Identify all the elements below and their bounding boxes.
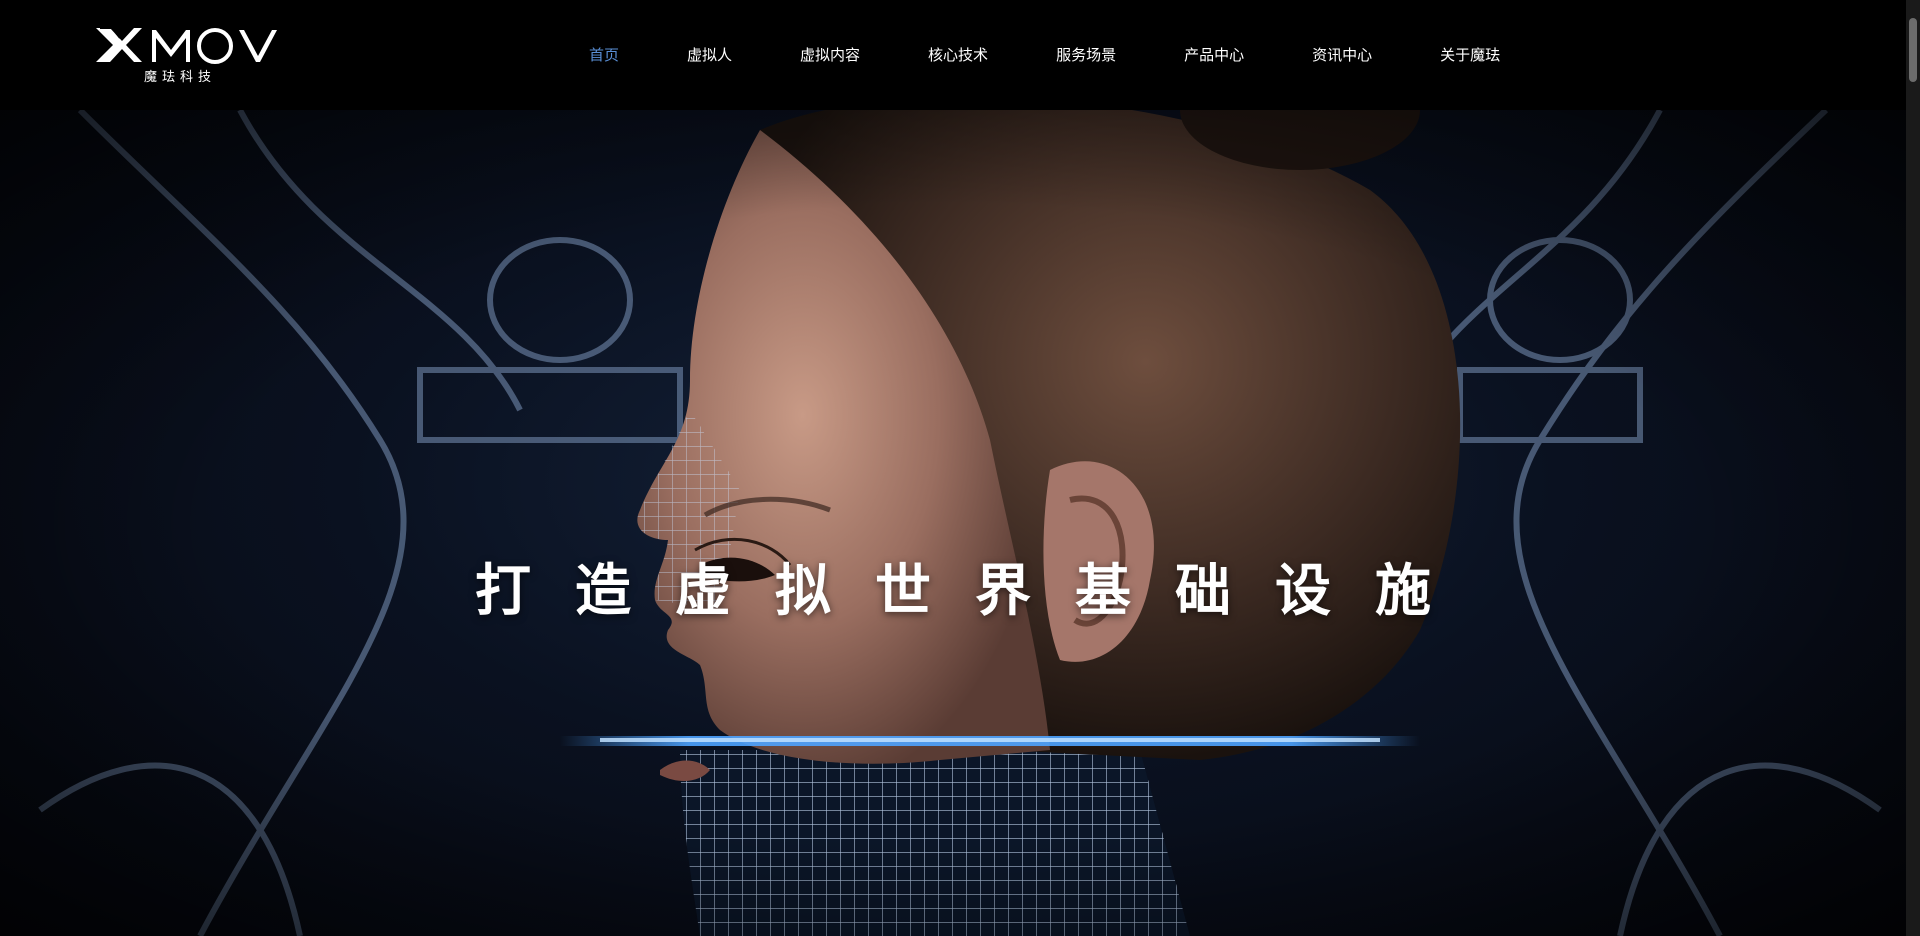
xmov-logo-icon	[96, 27, 277, 64]
logo-subtitle: 魔珐科技	[144, 70, 217, 85]
nav-item-virtual-human[interactable]: 虚拟人	[653, 44, 766, 65]
site-header: 魔珐科技 首页 虚拟人 虚拟内容 核心技术 服务场景 产品中心 资讯中心 关于魔…	[0, 0, 1920, 110]
nav-item-home[interactable]: 首页	[555, 44, 653, 65]
hero-image	[0, 110, 1906, 936]
xmov-logo[interactable]: 魔珐科技	[94, 24, 279, 86]
nav-item-virtual-content[interactable]: 虚拟内容	[766, 44, 894, 65]
page-scrollbar[interactable]	[1906, 0, 1920, 936]
hero-banner: 打造虚拟世界基础设施	[0, 110, 1906, 936]
nav-item-core-technology[interactable]: 核心技术	[894, 44, 1022, 65]
main-nav: 首页 虚拟人 虚拟内容 核心技术 服务场景 产品中心 资讯中心 关于魔珐	[555, 0, 1534, 108]
nav-item-news-center[interactable]: 资讯中心	[1278, 44, 1406, 65]
hero-title: 打造虚拟世界基础设施	[475, 558, 1475, 624]
nav-item-about[interactable]: 关于魔珐	[1406, 44, 1534, 65]
page: 魔珐科技 首页 虚拟人 虚拟内容 核心技术 服务场景 产品中心 资讯中心 关于魔…	[0, 0, 1920, 936]
nav-item-service-scenarios[interactable]: 服务场景	[1022, 44, 1150, 65]
scrollbar-thumb[interactable]	[1909, 18, 1917, 82]
nav-item-product-center[interactable]: 产品中心	[1150, 44, 1278, 65]
